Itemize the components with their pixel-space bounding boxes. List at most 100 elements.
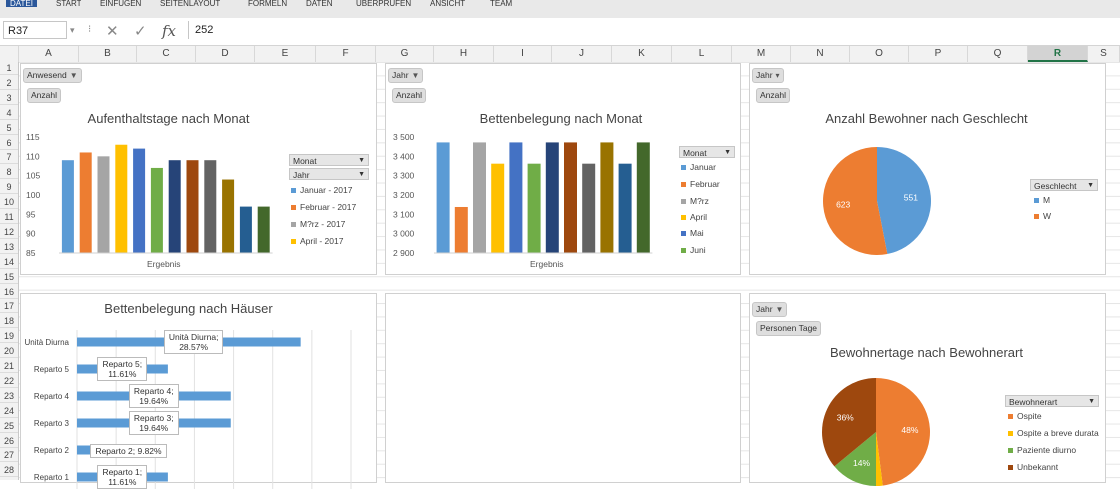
bar[interactable] bbox=[618, 163, 632, 253]
bar[interactable] bbox=[222, 179, 235, 253]
row-header-10[interactable]: 10 bbox=[0, 196, 18, 210]
empty-chart-area[interactable] bbox=[385, 293, 741, 483]
row-header-1[interactable]: 1 bbox=[0, 62, 18, 75]
row-header-16[interactable]: 16 bbox=[0, 286, 18, 299]
name-box-dropdown-icon[interactable]: ▾ bbox=[70, 25, 75, 36]
more-options-icon[interactable]: ⁝ bbox=[88, 24, 91, 35]
column-header-i[interactable]: I bbox=[494, 46, 552, 62]
column-header-c[interactable]: C bbox=[137, 46, 196, 62]
row-header-15[interactable]: 15 bbox=[0, 271, 18, 284]
formula-input[interactable]: 252 bbox=[188, 21, 1116, 39]
row-header-11[interactable]: 11 bbox=[0, 211, 18, 224]
row-header-21[interactable]: 21 bbox=[0, 360, 18, 373]
column-header-l[interactable]: L bbox=[672, 46, 732, 62]
row-header-25[interactable]: 25 bbox=[0, 420, 18, 433]
chart-bettenbelegung-monat[interactable]: Jahr ▼ Anzahl Bettenbelegung nach Monat 2… bbox=[385, 63, 741, 275]
bar[interactable] bbox=[473, 142, 486, 253]
insert-function-icon[interactable]: fx bbox=[162, 22, 176, 40]
tab-datei[interactable]: DATEI bbox=[6, 0, 37, 7]
chart-bewohnerart[interactable]: Jahr ▼ Personen Tage Bewohnertage nach Be… bbox=[749, 293, 1106, 486]
chart-geschlecht[interactable]: Jahr ▾ Anzahl Anzahl Bewohner nach Geschl… bbox=[749, 63, 1106, 275]
confirm-icon[interactable]: ✓ bbox=[134, 22, 147, 40]
bar[interactable] bbox=[564, 142, 577, 253]
row-header-27[interactable]: 27 bbox=[0, 449, 18, 463]
field-button-monat[interactable]: Monat ▼ bbox=[679, 146, 735, 158]
tab-ansicht[interactable]: ANSICHT bbox=[430, 0, 465, 7]
bar[interactable] bbox=[133, 148, 146, 253]
cancel-icon[interactable]: ✕ bbox=[106, 22, 119, 40]
bar[interactable] bbox=[168, 160, 181, 253]
row-header-8[interactable]: 8 bbox=[0, 166, 18, 180]
bar[interactable] bbox=[636, 142, 650, 253]
legend-label: April - 2017 bbox=[300, 236, 344, 246]
row-header-24[interactable]: 24 bbox=[0, 405, 18, 418]
column-header-s[interactable]: S bbox=[1088, 46, 1120, 62]
bar[interactable] bbox=[454, 206, 468, 253]
row-header-13[interactable]: 13 bbox=[0, 241, 18, 254]
bar[interactable] bbox=[509, 142, 523, 253]
row-header-9[interactable]: 9 bbox=[0, 181, 18, 195]
legend-item: Juni bbox=[681, 245, 706, 255]
tab-seitenlayout[interactable]: SEITENLAYOUT bbox=[160, 0, 220, 7]
row-header-18[interactable]: 18 bbox=[0, 315, 18, 329]
row-header-14[interactable]: 14 bbox=[0, 256, 18, 269]
chart-bettenbelegung-haeuser[interactable]: Bettenbelegung nach Häuser Unità Diurna R… bbox=[20, 293, 377, 489]
row-header-6[interactable]: 6 bbox=[0, 137, 18, 150]
bar[interactable] bbox=[186, 160, 199, 253]
bar[interactable] bbox=[97, 156, 110, 253]
column-header-h[interactable]: H bbox=[434, 46, 494, 62]
tab-formeln[interactable]: FORMELN bbox=[248, 0, 287, 7]
bar[interactable] bbox=[79, 152, 92, 253]
field-button-bewohnerart[interactable]: Bewohnerart ▼ bbox=[1005, 395, 1099, 407]
row-header-22[interactable]: 22 bbox=[0, 375, 18, 388]
column-header-a[interactable]: A bbox=[19, 46, 79, 62]
column-header-j[interactable]: J bbox=[552, 46, 612, 62]
field-button-geschlecht[interactable]: Geschlecht ▼ bbox=[1030, 179, 1098, 191]
column-header-e[interactable]: E bbox=[255, 46, 316, 62]
bar[interactable] bbox=[150, 167, 163, 253]
row-header-20[interactable]: 20 bbox=[0, 345, 18, 359]
row-header-28[interactable]: 28 bbox=[0, 464, 18, 478]
column-header-d[interactable]: D bbox=[196, 46, 255, 62]
column-header-n[interactable]: N bbox=[791, 46, 850, 62]
tab-daten[interactable]: DATEN bbox=[306, 0, 333, 7]
tab-start[interactable]: START bbox=[56, 0, 81, 7]
column-header-r[interactable]: R bbox=[1028, 46, 1088, 62]
tab-einfuegen[interactable]: EINFÜGEN bbox=[100, 0, 141, 7]
y-tick-label: 105 bbox=[26, 171, 40, 181]
column-header-q[interactable]: Q bbox=[968, 46, 1028, 62]
column-header-f[interactable]: F bbox=[316, 46, 376, 62]
row-header-23[interactable]: 23 bbox=[0, 390, 18, 403]
column-header-o[interactable]: O bbox=[850, 46, 909, 62]
bar[interactable] bbox=[582, 163, 596, 253]
column-header-g[interactable]: G bbox=[376, 46, 434, 62]
bar[interactable] bbox=[204, 160, 217, 253]
name-box[interactable]: R37 bbox=[3, 21, 67, 39]
bar[interactable] bbox=[257, 206, 270, 253]
bar[interactable] bbox=[545, 142, 559, 253]
select-all-corner[interactable] bbox=[0, 46, 19, 62]
tab-team[interactable]: TEAM bbox=[490, 0, 512, 7]
column-header-k[interactable]: K bbox=[612, 46, 672, 62]
row-header-2[interactable]: 2 bbox=[0, 77, 18, 90]
row-header-12[interactable]: 12 bbox=[0, 226, 18, 239]
bar[interactable] bbox=[436, 142, 450, 253]
row-header-26[interactable]: 26 bbox=[0, 435, 18, 448]
row-header-19[interactable]: 19 bbox=[0, 330, 18, 344]
column-header-m[interactable]: M bbox=[732, 46, 791, 62]
row-header-3[interactable]: 3 bbox=[0, 92, 18, 105]
category-label: Unità Diurna bbox=[25, 338, 70, 347]
field-button-jahr[interactable]: Jahr ▼ bbox=[289, 168, 369, 180]
row-header-7[interactable]: 7 bbox=[0, 151, 18, 165]
chart-aufenthaltstage[interactable]: Anwesend ▼ Anzahl Aufenthaltstage nach Mo… bbox=[20, 63, 377, 275]
column-header-b[interactable]: B bbox=[79, 46, 137, 62]
bar[interactable] bbox=[600, 142, 614, 253]
bar[interactable] bbox=[239, 206, 252, 253]
column-header-p[interactable]: P bbox=[909, 46, 968, 62]
tab-ueberpruefen[interactable]: ÜBERPRÜFEN bbox=[356, 0, 411, 7]
bar[interactable] bbox=[527, 163, 541, 253]
bar[interactable] bbox=[61, 160, 74, 253]
bar[interactable] bbox=[115, 144, 128, 253]
field-button-monat[interactable]: Monat ▼ bbox=[289, 154, 369, 166]
bar[interactable] bbox=[491, 163, 505, 253]
